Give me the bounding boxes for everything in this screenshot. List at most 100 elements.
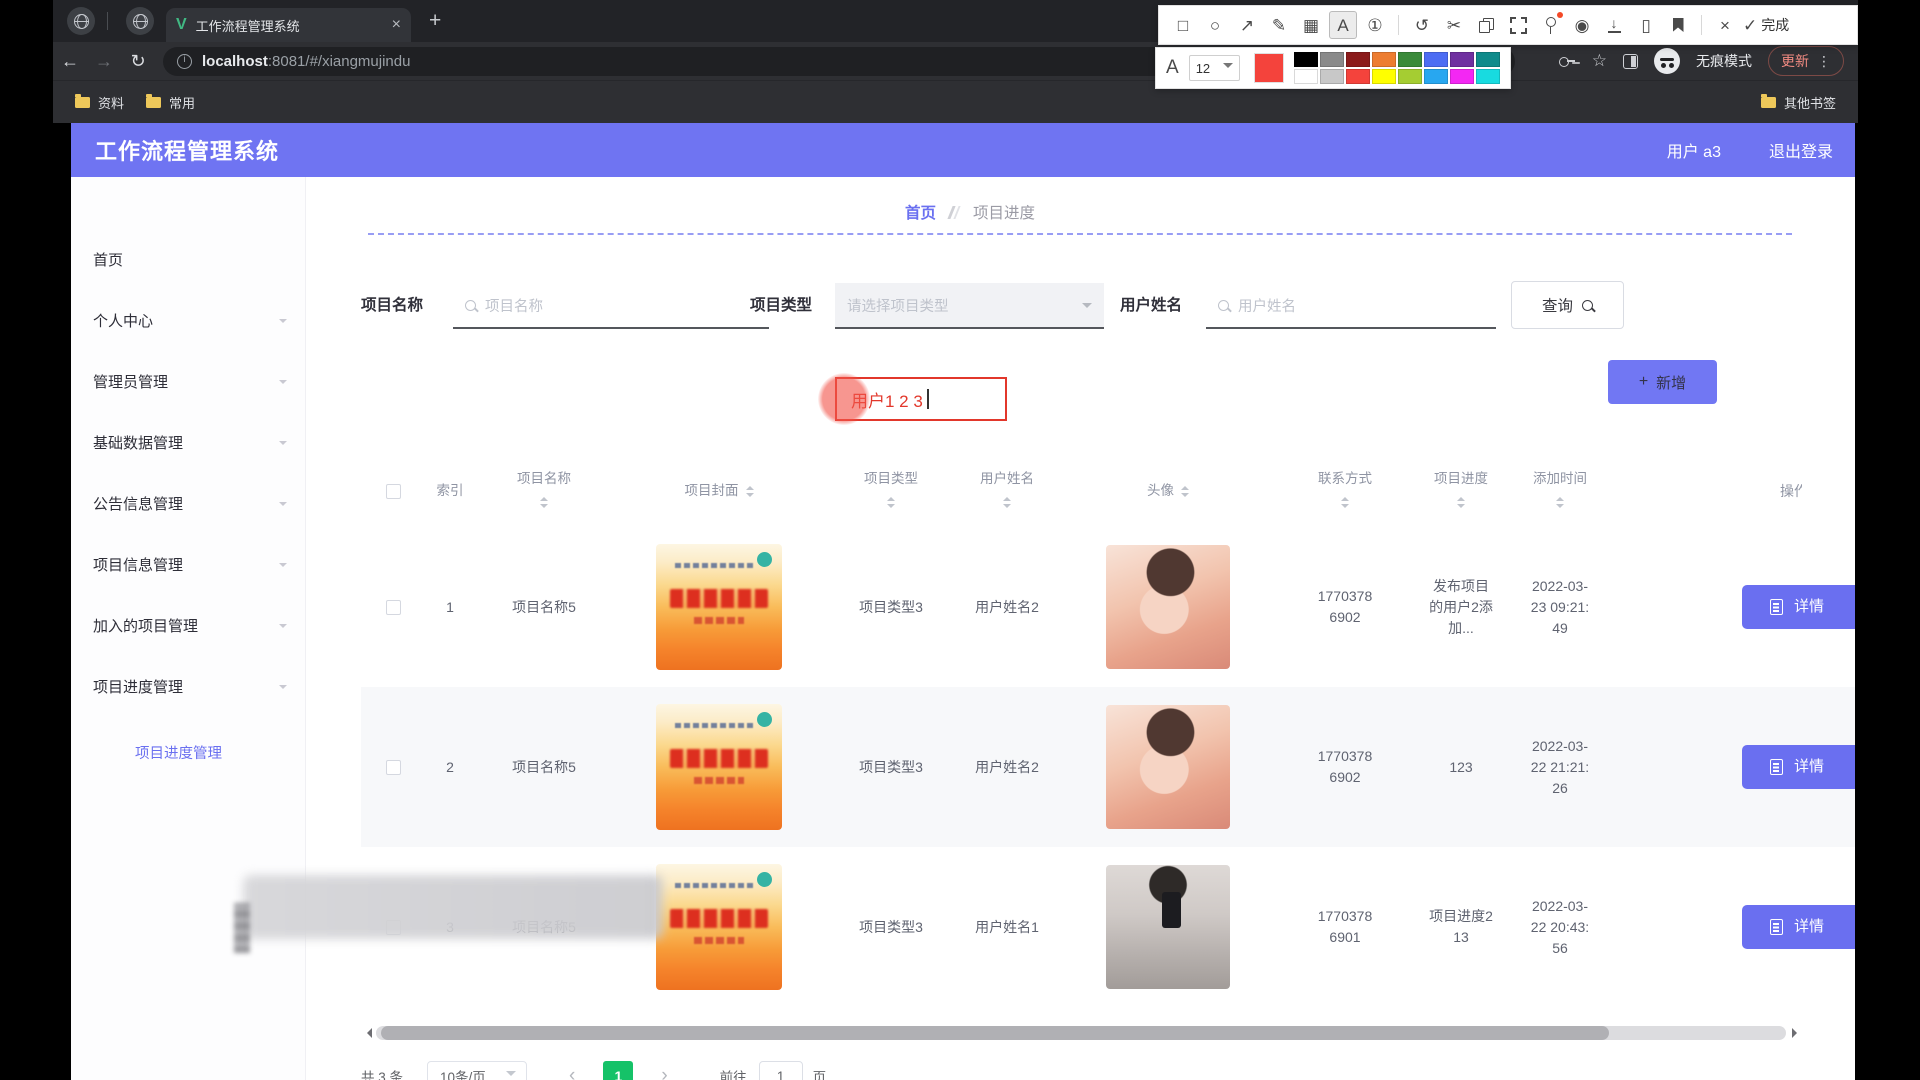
sort-desc-icon[interactable] [1003, 504, 1011, 512]
column-header-2[interactable]: 项目名称 [475, 470, 613, 512]
sort-arrows[interactable] [1003, 493, 1011, 512]
sort-desc-icon[interactable] [1341, 504, 1349, 512]
add-button[interactable]: + 新增 [1608, 360, 1717, 404]
color-swatch[interactable] [1476, 52, 1500, 67]
column-header-10[interactable]: 操作 [1609, 455, 1855, 527]
detail-button[interactable]: 详情 [1742, 905, 1855, 949]
record-button[interactable]: ◉ [1568, 11, 1596, 39]
cut-button[interactable]: ✂ [1440, 11, 1468, 39]
select-region-button[interactable] [1504, 11, 1532, 39]
back-button[interactable]: ← [53, 51, 87, 72]
sort-asc-icon[interactable] [540, 493, 548, 501]
ellipse-tool-button[interactable]: ○ [1201, 11, 1229, 39]
avatar-image[interactable] [1106, 545, 1230, 669]
sidebar-item-6[interactable]: 项目信息管理 [71, 534, 305, 595]
tab-close-button[interactable]: × [392, 16, 401, 34]
sidebar-subitem-active[interactable]: 项目进度管理 [71, 727, 305, 777]
sort-desc-icon[interactable] [540, 504, 548, 512]
sort-arrows[interactable] [1341, 493, 1349, 512]
pin-button[interactable] [1536, 11, 1564, 39]
project-name-input[interactable]: 项目名称 [453, 283, 769, 329]
pen-tool-button[interactable]: ✎ [1265, 11, 1293, 39]
browser-tab[interactable]: V 工作流程管理系统 × [166, 8, 411, 42]
done-button[interactable]: ✓完成 [1743, 11, 1789, 39]
color-swatch[interactable] [1372, 69, 1396, 84]
menu-kebab-icon[interactable]: ⋮ [1817, 53, 1831, 70]
scrollbar-thumb[interactable] [381, 1026, 1609, 1040]
font-size-select[interactable]: 12 [1189, 55, 1241, 81]
mosaic-tool-button[interactable]: ▦ [1297, 11, 1325, 39]
project-cover-image[interactable] [656, 704, 782, 830]
sort-asc-icon[interactable] [887, 493, 895, 501]
sort-arrows[interactable] [887, 493, 895, 512]
next-page-button[interactable]: › [661, 1065, 667, 1080]
breadcrumb-home[interactable]: 首页 [905, 201, 936, 223]
side-panel-icon[interactable] [1623, 54, 1638, 69]
sidebar-item-4[interactable]: 基础数据管理 [71, 412, 305, 473]
column-header-7[interactable]: 联系方式 [1279, 470, 1411, 512]
forward-button[interactable]: → [87, 51, 121, 72]
column-header-4[interactable]: 项目类型 [825, 470, 957, 512]
rectangle-tool-button[interactable]: □ [1169, 11, 1197, 39]
sort-arrows[interactable] [746, 482, 754, 501]
sort-desc-icon[interactable] [746, 493, 754, 501]
new-tab-button[interactable]: + [429, 9, 441, 33]
arrow-tool-button[interactable]: ↗ [1233, 11, 1261, 39]
device-button[interactable]: ▯ [1632, 11, 1660, 39]
window-icon-2[interactable] [126, 7, 154, 35]
window-icon[interactable] [67, 7, 95, 35]
undo-button[interactable]: ↺ [1408, 11, 1436, 39]
color-swatch[interactable] [1372, 52, 1396, 67]
sidebar-item-5[interactable]: 公告信息管理 [71, 473, 305, 534]
sort-asc-icon[interactable] [1003, 493, 1011, 501]
sort-asc-icon[interactable] [1457, 493, 1465, 501]
color-swatch[interactable] [1398, 52, 1422, 67]
color-swatch[interactable] [1424, 52, 1448, 67]
step-number-tool-button[interactable]: ① [1361, 11, 1389, 39]
scroll-right-arrow[interactable] [1792, 1028, 1802, 1038]
password-key-icon[interactable] [1558, 52, 1576, 70]
sort-asc-icon[interactable] [1181, 482, 1189, 490]
color-swatch[interactable] [1424, 69, 1448, 84]
page-size-select[interactable]: 10条/页 [427, 1061, 527, 1080]
column-header-5[interactable]: 用户姓名 [957, 470, 1057, 512]
sidebar-item-3[interactable]: 管理员管理 [71, 351, 305, 412]
sidebar-item-7[interactable]: 加入的项目管理 [71, 595, 305, 656]
sort-arrows[interactable] [1181, 482, 1189, 501]
color-swatch[interactable] [1320, 52, 1344, 67]
sort-asc-icon[interactable] [746, 482, 754, 490]
project-cover-image[interactable] [656, 864, 782, 990]
row-checkbox[interactable] [386, 760, 401, 775]
color-swatch[interactable] [1346, 69, 1370, 84]
selected-color-swatch[interactable] [1254, 53, 1284, 83]
column-header-1[interactable]: 索引 [425, 482, 475, 500]
close-button[interactable]: × [1711, 11, 1739, 39]
sort-arrows[interactable] [1556, 493, 1564, 512]
search-button[interactable]: 查询 [1511, 281, 1624, 329]
sort-desc-icon[interactable] [887, 504, 895, 512]
column-header-6[interactable]: 头像 [1057, 482, 1279, 501]
sort-asc-icon[interactable] [1341, 493, 1349, 501]
goto-page-input[interactable]: 1 [759, 1061, 803, 1080]
sort-asc-icon[interactable] [1556, 493, 1564, 501]
sidebar-item-8[interactable]: 项目进度管理 [71, 656, 305, 717]
other-bookmarks[interactable]: 其他书签 [1761, 81, 1836, 124]
horizontal-scrollbar[interactable] [360, 1025, 1802, 1041]
avatar-image[interactable] [1106, 865, 1230, 989]
copy-button[interactable] [1472, 11, 1500, 39]
color-swatch[interactable] [1320, 69, 1344, 84]
detail-button[interactable]: 详情 [1742, 585, 1855, 629]
site-info-icon[interactable] [177, 54, 192, 69]
column-header-9[interactable]: 添加时间 [1511, 470, 1609, 512]
sort-desc-icon[interactable] [1457, 504, 1465, 512]
sort-desc-icon[interactable] [1181, 493, 1189, 501]
column-header-8[interactable]: 项目进度 [1411, 470, 1511, 512]
project-type-select[interactable]: 请选择项目类型 [835, 283, 1104, 329]
avatar-image[interactable] [1106, 705, 1230, 829]
bookmark-button[interactable] [1664, 11, 1692, 39]
column-header-3[interactable]: 项目封面 [613, 482, 825, 501]
sort-arrows[interactable] [1457, 493, 1465, 512]
color-swatch[interactable] [1450, 69, 1474, 84]
text-tool-button[interactable]: A [1329, 11, 1357, 39]
color-swatch[interactable] [1294, 52, 1318, 67]
